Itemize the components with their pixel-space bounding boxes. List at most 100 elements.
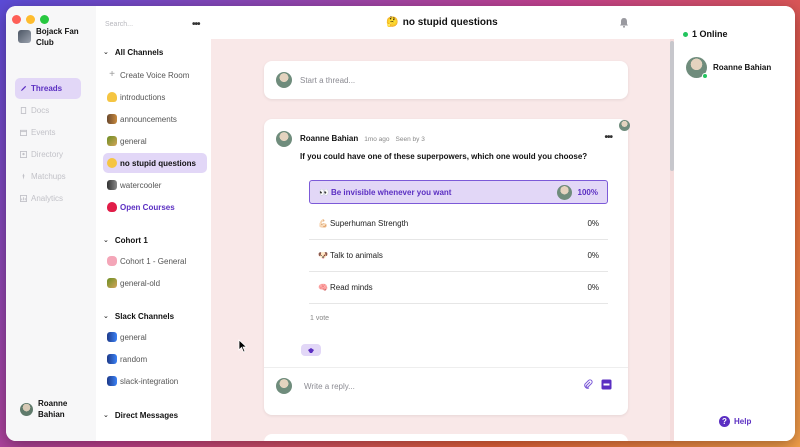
doc-icon	[20, 107, 27, 114]
window-controls	[12, 15, 49, 24]
thread-seen-by[interactable]: Seen by 3	[396, 136, 425, 143]
section-header[interactable]: ⌄ Slack Channels	[103, 308, 207, 324]
channel-sidebar: Search... ••• ⌄ All Channels + Create Vo…	[96, 6, 211, 441]
channel-label: Open Courses	[120, 202, 175, 212]
app-window: Bojack Fan Club Threads Docs Events Dire…	[6, 6, 795, 441]
online-count: 1 Online	[683, 29, 728, 39]
nav-item-label: Matchups	[31, 172, 66, 181]
poll-option[interactable]: 👀 Be invisible whenever you want 100%	[309, 180, 608, 204]
channel-cohort-1-general[interactable]: Cohort 1 - General	[103, 251, 207, 271]
reply-actions	[583, 379, 612, 390]
plus-icon: +	[109, 69, 115, 80]
heart-emoji-icon	[107, 202, 117, 212]
thread-author[interactable]: Roanne Bahian	[300, 134, 358, 143]
channel-label: introductions	[120, 92, 166, 102]
paperclip-icon[interactable]	[583, 379, 593, 390]
mouse-cursor-icon	[238, 339, 248, 353]
nav-item-label: Analytics	[31, 194, 64, 203]
poll-option-label: Read minds	[329, 283, 373, 292]
avatar	[619, 120, 630, 131]
channel-open-courses[interactable]: Open Courses	[103, 197, 207, 217]
workspace-switcher[interactable]: Bojack Fan Club	[18, 26, 84, 48]
slack-channel-icon	[107, 376, 117, 386]
nav-item-events[interactable]: Events	[15, 122, 81, 143]
create-voice-room-button[interactable]: + Create Voice Room	[103, 65, 207, 85]
thread-question: If you could have one of these superpowe…	[300, 152, 588, 161]
channel-label: announcements	[120, 114, 177, 124]
member-name: Roanne Bahian	[713, 63, 772, 72]
nav-item-directory[interactable]: Directory	[15, 144, 81, 165]
question-icon: ?	[719, 416, 730, 427]
analytics-icon	[20, 195, 27, 202]
channel-title: no stupid questions	[402, 17, 498, 28]
eyes-emoji-icon: 👀	[319, 187, 329, 197]
maximize-window-button[interactable]	[40, 15, 49, 24]
nav-item-docs[interactable]: Docs	[15, 100, 81, 121]
slack-channel-icon	[107, 332, 117, 342]
poll-option[interactable]: 💪🏻 Superhuman Strength 0%	[309, 208, 608, 240]
channel-label: general-old	[120, 278, 161, 288]
new-thread-input[interactable]: Start a thread...	[300, 76, 355, 85]
channel-general[interactable]: general	[103, 131, 207, 151]
channel-introductions[interactable]: introductions	[103, 87, 207, 107]
current-user-name: Roanne Bahian	[38, 399, 68, 419]
reply-input[interactable]: Write a reply...	[304, 382, 355, 391]
section-header[interactable]: ⌄ Direct Messages	[103, 407, 207, 423]
channel-general-old[interactable]: general-old	[103, 273, 207, 293]
directory-icon	[20, 151, 27, 158]
member-item[interactable]: Roanne Bahian	[686, 57, 772, 79]
channel-label: Create Voice Room	[120, 70, 190, 80]
chevron-down-icon: ⌄	[103, 49, 109, 56]
current-user[interactable]: Roanne Bahian	[20, 398, 78, 420]
channel-label: random	[120, 354, 148, 364]
poll-option-percent: 0%	[587, 251, 599, 260]
nav-item-label: Docs	[31, 106, 50, 115]
bell-icon[interactable]	[619, 17, 629, 28]
dog-emoji-icon: 🐶	[318, 251, 328, 260]
section-title: All Channels	[114, 47, 164, 57]
brain-emoji-icon	[107, 256, 117, 266]
poll-option-label: Talk to animals	[329, 251, 383, 260]
online-label: 1 Online	[692, 29, 728, 39]
channel-slack-general[interactable]: general	[103, 327, 207, 347]
brain-emoji-icon: 🧠	[318, 283, 328, 292]
divider	[264, 367, 628, 368]
vote-count: 1 vote	[310, 315, 330, 322]
minimize-window-button[interactable]	[26, 15, 35, 24]
members-panel: 1 Online Roanne Bahian ? Help	[674, 6, 795, 441]
more-options-icon[interactable]: •••	[192, 19, 200, 30]
gif-icon[interactable]	[601, 379, 612, 390]
channel-no-stupid-questions[interactable]: no stupid questions	[103, 153, 207, 173]
thread-meta: Roanne Bahian 1mo ago Seen by 3	[300, 134, 425, 143]
poll-option[interactable]: 🧠 Read minds 0%	[309, 272, 608, 304]
poll-option-percent: 100%	[577, 187, 598, 197]
thread-options-icon[interactable]: •••	[604, 132, 612, 143]
help-button[interactable]: ? Help	[719, 416, 751, 427]
nav-item-label: Directory	[31, 150, 64, 159]
section-title: Direct Messages	[114, 410, 179, 420]
thread-card: Roanne Bahian 1mo ago Seen by 3 ••• If y…	[264, 119, 630, 415]
channel-watercooler[interactable]: watercooler	[103, 175, 207, 195]
channel-label: general	[120, 332, 147, 342]
reaction-icon	[308, 347, 314, 353]
add-reaction-button[interactable]	[301, 344, 321, 356]
nav-item-threads[interactable]: Threads	[15, 78, 81, 99]
nav-item-analytics[interactable]: Analytics	[15, 188, 81, 209]
channel-search-input[interactable]: Search...	[105, 21, 133, 28]
section-header[interactable]: ⌄ Cohort 1	[103, 232, 207, 248]
poll-option[interactable]: 🐶 Talk to animals 0%	[309, 240, 608, 272]
channel-slack-random[interactable]: random	[103, 349, 207, 369]
section-header[interactable]: ⌄ All Channels	[103, 44, 207, 60]
close-window-button[interactable]	[12, 15, 21, 24]
new-thread-composer[interactable]: Start a thread...	[264, 61, 628, 99]
reply-composer[interactable]: Write a reply...	[276, 378, 355, 394]
channel-slack-integration[interactable]: slack-integration	[103, 371, 207, 391]
nav-item-matchups[interactable]: Matchups	[15, 166, 81, 187]
channel-announcements[interactable]: announcements	[103, 109, 207, 129]
section-slack-channels: ⌄ Slack Channels general random slack-in…	[103, 308, 207, 393]
watercooler-emoji-icon	[107, 180, 117, 190]
help-label: Help	[734, 417, 752, 426]
thread-time: 1mo ago	[364, 136, 390, 143]
online-dot-icon	[683, 31, 688, 37]
calendar-icon	[20, 129, 27, 136]
